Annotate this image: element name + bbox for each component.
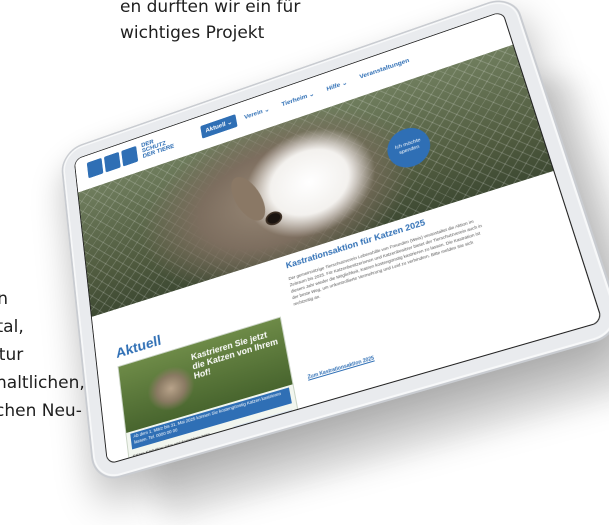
logo-animal-icon bbox=[86, 157, 104, 178]
nav-item-tierheim[interactable]: Tierheim ⌄ bbox=[276, 86, 320, 113]
logo-text: DER SCHUTZ DER TIERE bbox=[140, 139, 175, 160]
background-text-top: en durften wir ein für wichtiges Projekt bbox=[120, 0, 340, 46]
rabbit-eye bbox=[266, 211, 282, 226]
nav-item-verein[interactable]: Verein ⌄ bbox=[239, 101, 275, 125]
rabbit-ear bbox=[224, 171, 273, 227]
nav-item-aktuell[interactable]: Aktuell ⌄ bbox=[200, 114, 238, 139]
donate-button[interactable]: Ich möchte spenden bbox=[383, 122, 435, 174]
background-text-line: en durften wir ein für bbox=[120, 0, 301, 17]
background-text-line: wichtiges Projekt bbox=[120, 23, 265, 43]
article-link[interactable]: Zum Kastrationsaktion 2025 bbox=[307, 355, 375, 380]
logo-animal-icon bbox=[121, 145, 139, 167]
logo-animal-icon bbox=[103, 151, 121, 173]
nav-item-hilfe[interactable]: Hilfe ⌄ bbox=[321, 75, 353, 98]
